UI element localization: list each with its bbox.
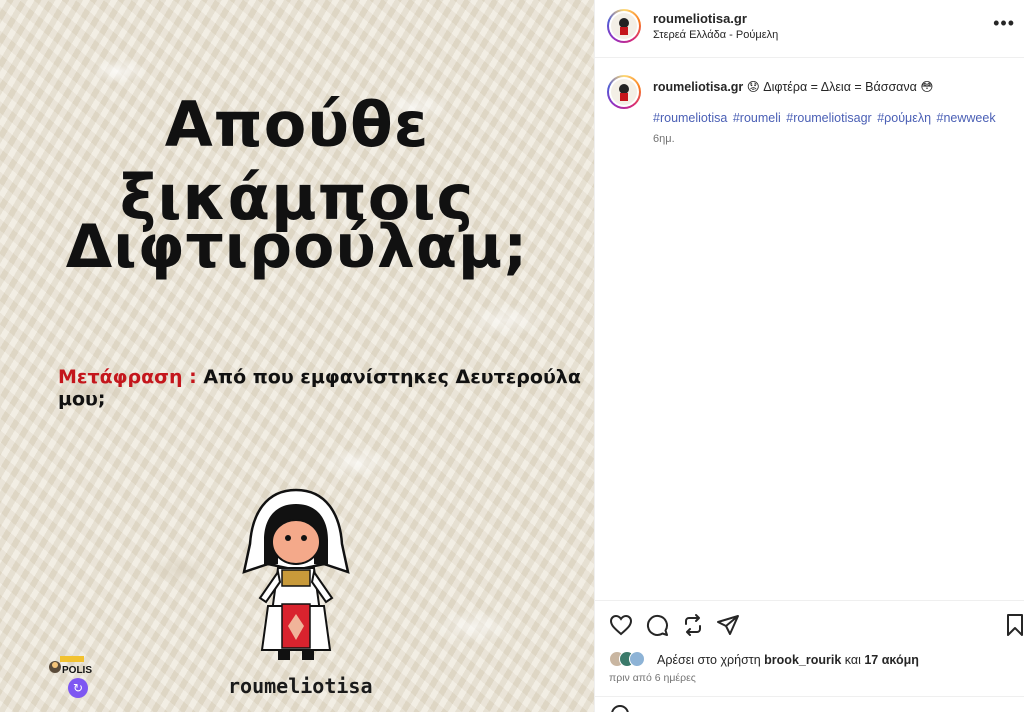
comment-bar (595, 696, 1024, 712)
post-header: roumeliotisa.gr Στερεά Ελλάδα - Ρούμελη … (595, 0, 1024, 58)
hashtag-link[interactable]: #roumeliotisagr (786, 111, 871, 125)
post-time[interactable]: πριν από 6 ημέρες (609, 672, 696, 684)
caption-avatar[interactable] (607, 75, 641, 109)
comment-icon[interactable] (645, 613, 669, 637)
likes-and: και (844, 653, 861, 667)
mascot-illustration (242, 488, 350, 660)
caption-time: 6ημ. (653, 133, 675, 145)
emoji-icon[interactable] (611, 705, 629, 712)
hashtag-link[interactable]: #roumeliotisa (653, 111, 727, 125)
caption-username[interactable]: roumeliotisa.gr (653, 80, 743, 94)
likes-more[interactable]: 17 ακόμη (864, 653, 919, 667)
caption-text: 😟 Διφτέρα = Δλεια = Βάσσανα 😳 (746, 80, 934, 94)
likes-row: Αρέσει στο χρήστη brook_rourik και 17 ακ… (609, 651, 1009, 669)
brand-name: roumeliotisa (228, 674, 373, 698)
caption: roumeliotisa.gr 😟 Διφτέρα = Δλεια = Βάσσ… (653, 79, 1013, 95)
polis-text: POLIS (62, 665, 93, 676)
bookmark-icon[interactable] (1003, 613, 1024, 637)
hashtag-link[interactable]: #ρούμελη (877, 111, 931, 125)
image-translation: Μετάφραση : Από που εμφανίστηκες Δευτερο… (58, 366, 594, 410)
more-horizontal-icon[interactable]: ••• (993, 14, 1015, 32)
share-icon[interactable] (716, 613, 740, 637)
action-bar: Αρέσει στο χρήστη brook_rourik και 17 ακ… (595, 600, 1024, 712)
refresh-icon[interactable]: ↻ (68, 678, 88, 698)
translation-label: Μετάφραση : (58, 366, 197, 388)
header-username[interactable]: roumeliotisa.gr (653, 11, 747, 26)
header-location[interactable]: Στερεά Ελλάδα - Ρούμελη (653, 29, 778, 41)
post-sidebar: roumeliotisa.gr Στερεά Ελλάδα - Ρούμελη … (594, 0, 1024, 712)
polis-badge: POLIS ↻ (48, 656, 92, 700)
heart-icon[interactable] (609, 613, 633, 637)
likes-text: Αρέσει στο χρήστη brook_rourik και 17 ακ… (657, 653, 919, 667)
repost-icon[interactable] (681, 613, 705, 637)
hashtag-link[interactable]: #roumeli (733, 111, 781, 125)
hashtags: #roumeliotisa #roumeli #roumeliotisagr #… (653, 111, 1013, 125)
hashtag-link[interactable]: #newweek (937, 111, 996, 125)
polis-logo: POLIS (48, 656, 92, 678)
post-image[interactable]: Απούθε ξικάμποις Διφτιρούλαμ; Μετάφραση … (0, 0, 594, 712)
liker-avatar[interactable] (629, 651, 645, 667)
image-headline-line2: Διφτιρούλαμ; (65, 212, 529, 282)
avatar[interactable] (607, 9, 641, 43)
likes-user[interactable]: brook_rourik (764, 653, 841, 667)
likes-prefix: Αρέσει στο χρήστη (657, 653, 761, 667)
